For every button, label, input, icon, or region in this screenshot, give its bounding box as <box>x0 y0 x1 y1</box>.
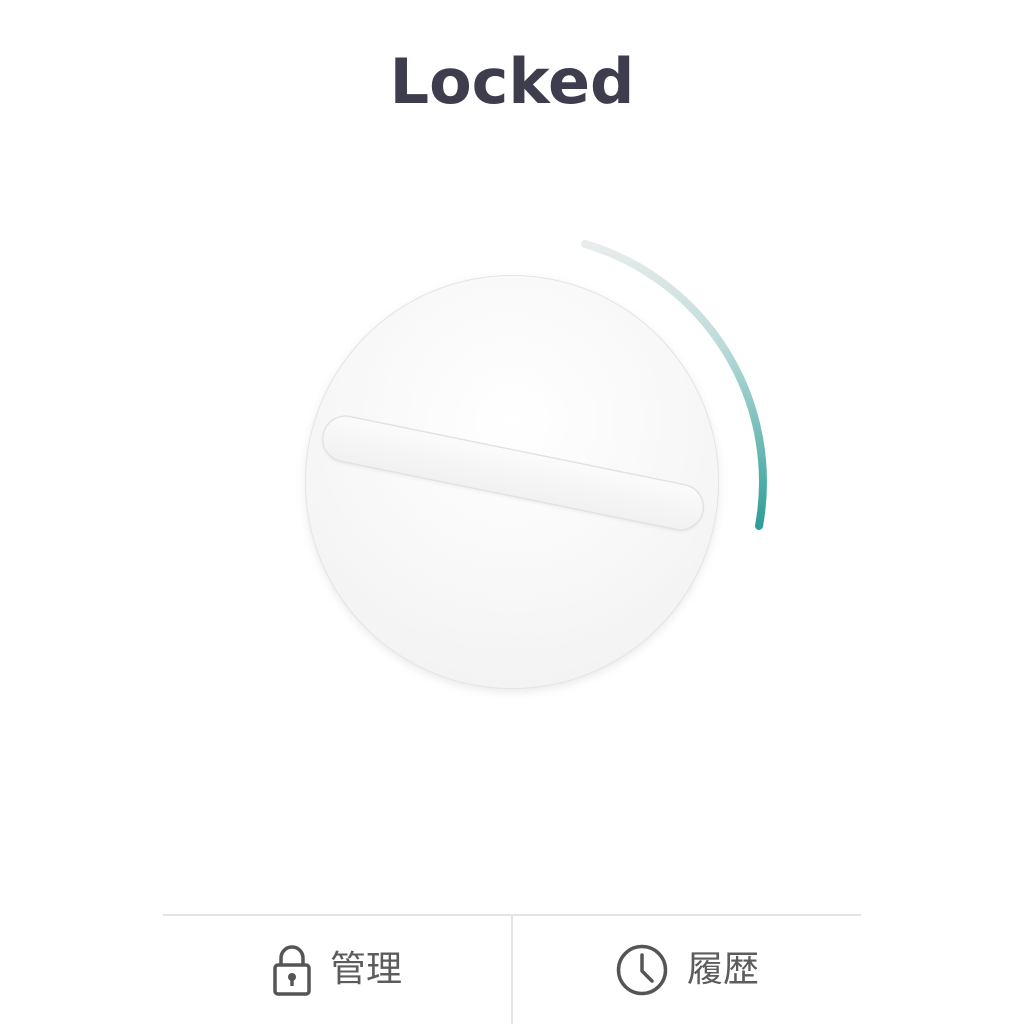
nav-label-history: 履歴 <box>686 949 759 990</box>
nav-item-history[interactable]: 履歴 <box>513 916 861 1024</box>
clock-icon <box>615 943 669 997</box>
lock-status-title: Locked <box>389 45 635 118</box>
lock-dial[interactable] <box>280 220 800 720</box>
thumb-turn-knob[interactable] <box>306 276 718 688</box>
lock-screen: Locked 管理 履歴 <box>0 0 1024 1024</box>
bottom-nav: 管理 履歴 <box>163 914 861 1024</box>
thumb-turn-icon <box>319 412 707 534</box>
nav-item-manage[interactable]: 管理 <box>163 916 511 1024</box>
lock-icon <box>272 943 312 997</box>
nav-label-manage: 管理 <box>329 949 402 990</box>
